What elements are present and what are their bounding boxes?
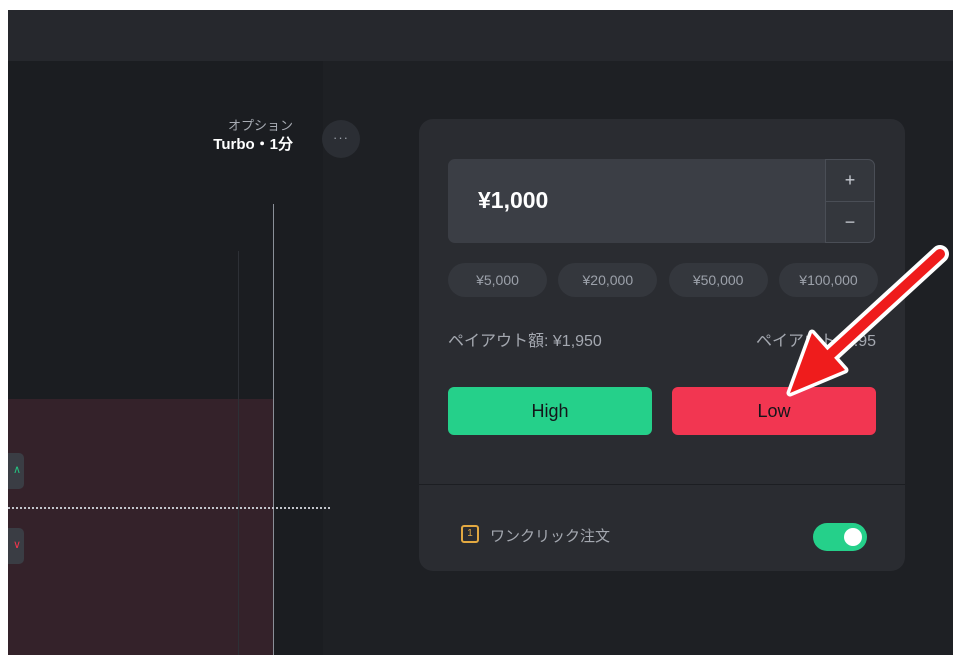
more-options-button[interactable]: ··· [322,120,360,158]
amount-field[interactable]: ¥1,000 + − [448,159,875,243]
preset-amount-button[interactable]: ¥5,000 [448,263,547,297]
chart-gridline [238,251,239,655]
option-selector[interactable]: オプション Turbo・1分 [213,117,293,155]
payout-row: ペイアウト額: ¥1,950 ペイアウト: 1.95 [448,327,876,351]
one-click-label: ワンクリック注文 [490,528,611,545]
trading-app: ∧ ∨ オプション Turbo・1分 ··· ¥1,000 + − ¥5,000… [8,10,953,655]
amount-value[interactable]: ¥1,000 [478,187,548,214]
payout-rate: ペイアウト: 1.95 [755,333,876,350]
chart-up-button[interactable]: ∧ [8,453,24,489]
chart-down-button[interactable]: ∨ [8,528,24,564]
high-button[interactable]: High [448,387,652,435]
caret-down-icon: ∨ [12,539,21,551]
increase-amount-button[interactable]: + [826,160,874,202]
option-label: オプション [227,118,293,133]
one-click-icon: 1 [461,525,479,543]
preset-amount-button[interactable]: ¥100,000 [778,263,878,297]
expiry-time-line [273,204,274,655]
amount-stepper: + − [825,159,875,243]
amount-presets: ¥5,000 ¥20,000 ¥50,000 ¥100,000 [448,263,878,297]
low-zone-highlight [8,399,273,655]
option-value[interactable]: Turbo・1分 [213,135,293,155]
preset-amount-button[interactable]: ¥20,000 [558,263,658,297]
payout-amount: ペイアウト額: ¥1,950 [448,333,602,350]
top-bar [8,10,953,61]
decrease-amount-button[interactable]: − [826,202,874,243]
low-button[interactable]: Low [672,387,876,435]
one-click-toggle[interactable] [813,523,867,551]
trade-panel: ¥1,000 + − ¥5,000 ¥20,000 ¥50,000 ¥100,0… [419,119,905,571]
panel-divider [419,484,905,485]
current-price-line [8,507,330,509]
caret-up-icon: ∧ [12,464,21,476]
preset-amount-button[interactable]: ¥50,000 [668,263,768,297]
toggle-knob [844,528,862,546]
